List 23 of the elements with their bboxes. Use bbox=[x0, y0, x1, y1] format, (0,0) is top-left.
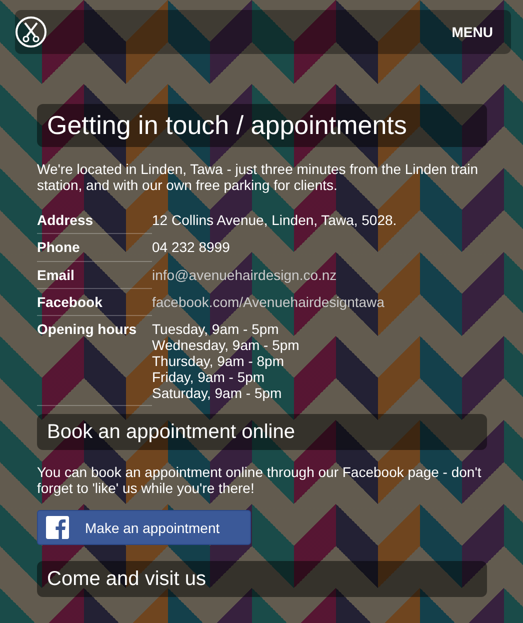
detail-value: 04 232 8999 bbox=[152, 239, 230, 256]
detail-value: 12 Collins Avenue, Linden, Tawa, 5028. bbox=[152, 212, 397, 228]
detail-value: Thursday, 9am - 8pm bbox=[152, 352, 284, 370]
detail-label: Phone bbox=[37, 239, 80, 256]
section-heading: Book an appointment online bbox=[37, 414, 487, 450]
detail-value: Saturday, 9am - 5pm bbox=[152, 385, 283, 402]
intro-paragraph: We're located in Linden, Tawa - just three minutes from the Linden train station, and with our own free parking for clients. bbox=[37, 161, 480, 194]
section-heading: Getting in touch / appointments bbox=[37, 104, 487, 148]
scissors-logo-icon[interactable] bbox=[15, 16, 47, 48]
section-heading: Come and visit us bbox=[37, 561, 487, 598]
menu-link[interactable]: MENU bbox=[452, 24, 493, 40]
detail-label: Email bbox=[37, 266, 74, 283]
booking-paragraph: You can book an appointment online through our Facebook page - don't forget to 'like' us while you're there! bbox=[37, 464, 482, 496]
detail-label: Opening hours bbox=[37, 320, 137, 337]
detail-link[interactable]: facebook.com/Avenuehairdesigntawa bbox=[152, 294, 384, 310]
detail-label: Address bbox=[37, 212, 94, 228]
detail-value: Friday, 9am - 5pm bbox=[152, 369, 266, 386]
detail-link[interactable]: info@avenuehairdesign.co.nz bbox=[152, 266, 337, 283]
detail-value: Wednesday, 9am - 5pm bbox=[152, 336, 300, 353]
detail-value: Tuesday, 9am - 5pm bbox=[152, 320, 280, 337]
facebook-icon bbox=[46, 516, 69, 540]
facebook-button[interactable]: Make an appointment bbox=[37, 510, 251, 546]
detail-label: Facebook bbox=[37, 294, 102, 310]
